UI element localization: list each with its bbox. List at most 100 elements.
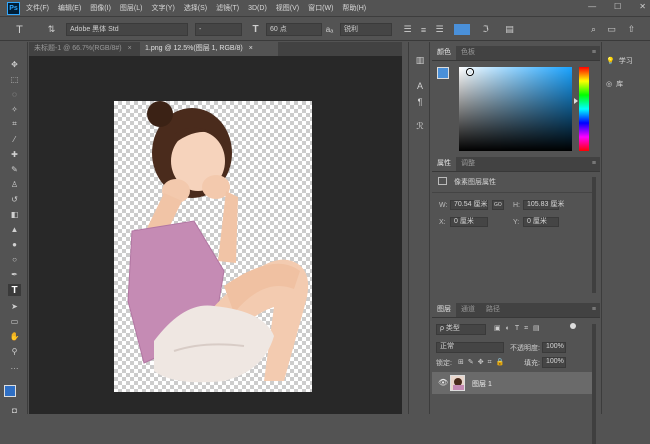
menu-3d[interactable]: 3D(D) [248, 5, 267, 12]
color-panel-header: 颜色 色板 ≡ [432, 46, 600, 61]
clone-stamp-tool-icon[interactable]: ♙ [8, 178, 21, 190]
paragraph-panel-icon[interactable]: ¶ [414, 96, 426, 108]
link-dimensions-button[interactable]: GO [492, 200, 504, 210]
blur-tool-icon[interactable]: ● [8, 238, 21, 250]
menu-edit[interactable]: 编辑(E) [58, 3, 81, 13]
eyedropper-tool-icon[interactable]: ⁄ [8, 133, 21, 145]
y-input[interactable]: 0 厘米 [523, 217, 559, 227]
rectangle-tool-icon[interactable]: ▭ [8, 315, 21, 327]
hand-tool-icon[interactable]: ✋ [8, 330, 21, 342]
panels-column: 颜色 色板 ≡ 属性 调整 ≡ 像素图层属性 W: 70.54 厘米 GO H:… [432, 42, 600, 444]
align-center-icon[interactable]: ≡ [416, 22, 431, 37]
brush-tool-icon[interactable]: ✎ [8, 163, 21, 175]
align-right-icon[interactable]: ☰ [432, 22, 447, 37]
tab-untitled-1[interactable]: 未标题-1 @ 66.7%(RGB/8#) × [29, 42, 139, 56]
layer-row[interactable]: 👁 图层 1 [432, 372, 592, 394]
layer-filter-icons[interactable]: ▣◐T⌗▤ [494, 324, 545, 333]
history-panel-icon[interactable]: ▥ [414, 54, 426, 66]
w-label: W: [439, 202, 448, 209]
tab-paths[interactable]: 路径 [481, 303, 505, 317]
more-tools-icon[interactable]: ··· [8, 362, 21, 374]
lasso-tool-icon[interactable]: ◌ [8, 88, 21, 100]
foreground-color-swatch[interactable] [4, 385, 16, 397]
document-tabs: 未标题-1 @ 66.7%(RGB/8#) × 1.png @ 12.5%(图层… [29, 42, 402, 56]
minimize-button[interactable]: — [588, 2, 596, 11]
menu-type[interactable]: 文字(Y) [151, 3, 174, 13]
menu-image[interactable]: 图像(I) [90, 3, 111, 13]
warp-text-icon[interactable]: ℑ [478, 22, 493, 37]
panel-menu-icon[interactable]: ≡ [592, 49, 596, 56]
tab-close-icon[interactable]: × [128, 45, 132, 52]
type-tool-active-icon[interactable]: T [8, 284, 21, 296]
hue-slider[interactable] [579, 67, 589, 151]
marquee-tool-icon[interactable]: ⬚ [8, 73, 21, 85]
magic-wand-tool-icon[interactable]: ✧ [8, 103, 21, 115]
align-left-icon[interactable]: ☰ [400, 22, 415, 37]
font-size-select[interactable]: 60 点 [266, 23, 322, 36]
move-tool-icon[interactable]: ✥ [8, 58, 21, 70]
quick-mask-icon[interactable]: ◘ [8, 404, 21, 416]
maximize-button[interactable]: ☐ [614, 2, 621, 11]
pen-tool-icon[interactable]: ✒ [8, 268, 21, 280]
eraser-tool-icon[interactable]: ◧ [8, 208, 21, 220]
menu-file[interactable]: 文件(F) [26, 3, 49, 13]
eye-icon[interactable]: 👁 [438, 378, 448, 387]
fill-input[interactable]: 100% [542, 357, 566, 368]
document-canvas[interactable] [114, 101, 312, 392]
dodge-tool-icon[interactable]: ○ [8, 253, 21, 265]
tab-layers[interactable]: 图层 [432, 303, 456, 317]
menu-window[interactable]: 窗口(W) [308, 3, 333, 13]
layers-panel-header: 图层 通道 路径 ≡ [432, 303, 600, 318]
close-window-button[interactable]: ✕ [639, 2, 646, 11]
color-picker-field[interactable] [459, 67, 572, 151]
menu-view[interactable]: 视图(V) [276, 3, 299, 13]
color-picker-cursor[interactable] [467, 69, 473, 75]
height-input[interactable]: 105.83 厘米 [523, 200, 564, 210]
glyphs-panel-icon[interactable]: ℛ [414, 120, 426, 132]
hue-slider-handle-icon[interactable] [574, 98, 578, 104]
layer-filter-select[interactable]: ρ 类型 [436, 324, 486, 335]
panel-menu-icon[interactable]: ≡ [592, 306, 596, 313]
crop-tool-icon[interactable]: ⌗ [8, 118, 21, 130]
tab-channels[interactable]: 通道 [456, 303, 480, 317]
filter-toggle-icon[interactable] [570, 323, 576, 329]
panel-menu-icon[interactable]: ≡ [592, 160, 596, 167]
x-input[interactable]: 0 厘米 [450, 217, 488, 227]
tab-close-icon[interactable]: × [249, 45, 253, 52]
layers-scrollbar[interactable] [592, 324, 596, 444]
tab-color[interactable]: 颜色 [432, 46, 456, 60]
tab-swatches[interactable]: 色板 [456, 46, 480, 60]
healing-brush-tool-icon[interactable]: ✚ [8, 148, 21, 160]
h-label: H: [513, 202, 520, 209]
color-panel-foreground-swatch[interactable] [437, 67, 449, 79]
learn-button[interactable]: 💡 学习 [606, 53, 648, 69]
path-selection-tool-icon[interactable]: ➤ [8, 300, 21, 312]
workspace-icon[interactable]: ▭ [604, 22, 619, 37]
menu-layer[interactable]: 图层(L) [120, 3, 143, 13]
share-icon[interactable]: ⇧ [624, 22, 639, 37]
tab-1-png[interactable]: 1.png @ 12.5%(图层 1, RGB/8) × [140, 42, 278, 56]
libraries-button[interactable]: ◎ 库 [606, 76, 648, 92]
zoom-tool-icon[interactable]: ⚲ [8, 345, 21, 357]
menu-filter[interactable]: 滤镜(T) [216, 3, 239, 13]
character-panel-icon[interactable]: ▤ [502, 22, 517, 37]
character-panel-icon[interactable]: A [414, 80, 426, 92]
antialias-select[interactable]: 锐利 [340, 23, 392, 36]
tab-properties[interactable]: 属性 [432, 157, 456, 171]
properties-scrollbar[interactable] [592, 177, 596, 293]
lock-icons[interactable]: ⊞✎✥⌗🔒 [458, 358, 508, 367]
search-icon[interactable]: ⌕ [586, 22, 601, 37]
font-family-select[interactable]: Adobe 黑体 Std [66, 23, 188, 36]
width-input[interactable]: 70.54 厘米 [450, 200, 488, 210]
menu-help[interactable]: 帮助(H) [342, 3, 366, 13]
toggle-orientation-icon[interactable]: ⇅ [44, 22, 59, 37]
font-style-select[interactable]: - [195, 23, 242, 36]
menu-select[interactable]: 选择(S) [184, 3, 207, 13]
type-tool-icon[interactable]: T [12, 22, 27, 37]
history-brush-tool-icon[interactable]: ↺ [8, 193, 21, 205]
tab-adjustments[interactable]: 调整 [456, 157, 480, 171]
paint-bucket-tool-icon[interactable]: ▲ [8, 223, 21, 235]
text-color-swatch[interactable] [454, 24, 470, 35]
opacity-input[interactable]: 100% [542, 342, 566, 353]
blend-mode-select[interactable]: 正常 [436, 342, 504, 353]
